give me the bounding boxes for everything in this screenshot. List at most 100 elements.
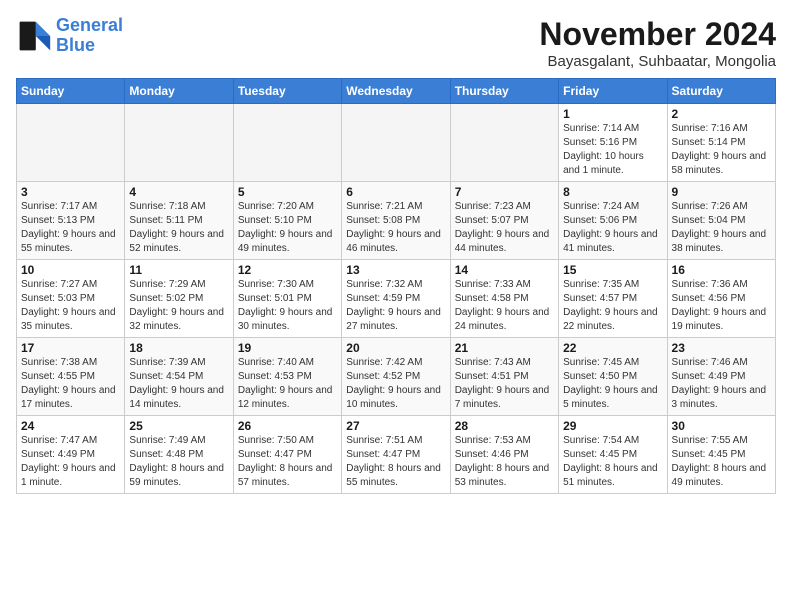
day-number: 29	[563, 419, 662, 433]
day-number: 30	[672, 419, 771, 433]
day-info: Sunrise: 7:18 AM Sunset: 5:11 PM Dayligh…	[129, 200, 228, 256]
day-number: 11	[129, 263, 228, 277]
calendar-week-row: 1Sunrise: 7:14 AM Sunset: 5:16 PM Daylig…	[17, 104, 776, 182]
calendar-week-row: 17Sunrise: 7:38 AM Sunset: 4:55 PM Dayli…	[17, 338, 776, 416]
logo: General Blue	[16, 16, 123, 56]
day-number: 18	[129, 341, 228, 355]
calendar-cell: 17Sunrise: 7:38 AM Sunset: 4:55 PM Dayli…	[17, 338, 125, 416]
weekday-header: Thursday	[450, 79, 558, 104]
calendar-cell	[125, 104, 233, 182]
day-info: Sunrise: 7:42 AM Sunset: 4:52 PM Dayligh…	[346, 356, 445, 412]
day-info: Sunrise: 7:26 AM Sunset: 5:04 PM Dayligh…	[672, 200, 771, 256]
day-number: 7	[455, 185, 554, 199]
calendar-cell: 22Sunrise: 7:45 AM Sunset: 4:50 PM Dayli…	[559, 338, 667, 416]
calendar-cell: 13Sunrise: 7:32 AM Sunset: 4:59 PM Dayli…	[342, 260, 450, 338]
day-number: 15	[563, 263, 662, 277]
day-info: Sunrise: 7:35 AM Sunset: 4:57 PM Dayligh…	[563, 278, 662, 334]
calendar-cell: 23Sunrise: 7:46 AM Sunset: 4:49 PM Dayli…	[667, 338, 775, 416]
day-number: 27	[346, 419, 445, 433]
day-info: Sunrise: 7:36 AM Sunset: 4:56 PM Dayligh…	[672, 278, 771, 334]
day-info: Sunrise: 7:39 AM Sunset: 4:54 PM Dayligh…	[129, 356, 228, 412]
calendar-header-row: SundayMondayTuesdayWednesdayThursdayFrid…	[17, 79, 776, 104]
day-number: 12	[238, 263, 337, 277]
day-number: 23	[672, 341, 771, 355]
day-number: 22	[563, 341, 662, 355]
day-info: Sunrise: 7:16 AM Sunset: 5:14 PM Dayligh…	[672, 122, 771, 178]
day-info: Sunrise: 7:33 AM Sunset: 4:58 PM Dayligh…	[455, 278, 554, 334]
header: General Blue November 2024 Bayasgalant, …	[16, 16, 776, 70]
weekday-header: Monday	[125, 79, 233, 104]
day-info: Sunrise: 7:17 AM Sunset: 5:13 PM Dayligh…	[21, 200, 120, 256]
calendar-cell: 12Sunrise: 7:30 AM Sunset: 5:01 PM Dayli…	[233, 260, 341, 338]
day-info: Sunrise: 7:14 AM Sunset: 5:16 PM Dayligh…	[563, 122, 662, 178]
calendar-cell: 8Sunrise: 7:24 AM Sunset: 5:06 PM Daylig…	[559, 182, 667, 260]
calendar-cell	[450, 104, 558, 182]
day-info: Sunrise: 7:29 AM Sunset: 5:02 PM Dayligh…	[129, 278, 228, 334]
day-number: 3	[21, 185, 120, 199]
day-info: Sunrise: 7:46 AM Sunset: 4:49 PM Dayligh…	[672, 356, 771, 412]
calendar-cell	[233, 104, 341, 182]
day-info: Sunrise: 7:43 AM Sunset: 4:51 PM Dayligh…	[455, 356, 554, 412]
calendar-cell: 7Sunrise: 7:23 AM Sunset: 5:07 PM Daylig…	[450, 182, 558, 260]
day-info: Sunrise: 7:45 AM Sunset: 4:50 PM Dayligh…	[563, 356, 662, 412]
calendar-cell: 10Sunrise: 7:27 AM Sunset: 5:03 PM Dayli…	[17, 260, 125, 338]
calendar-cell: 19Sunrise: 7:40 AM Sunset: 4:53 PM Dayli…	[233, 338, 341, 416]
day-number: 1	[563, 107, 662, 121]
day-number: 17	[21, 341, 120, 355]
calendar-cell: 16Sunrise: 7:36 AM Sunset: 4:56 PM Dayli…	[667, 260, 775, 338]
weekday-header: Wednesday	[342, 79, 450, 104]
day-info: Sunrise: 7:27 AM Sunset: 5:03 PM Dayligh…	[21, 278, 120, 334]
day-info: Sunrise: 7:21 AM Sunset: 5:08 PM Dayligh…	[346, 200, 445, 256]
calendar-cell: 4Sunrise: 7:18 AM Sunset: 5:11 PM Daylig…	[125, 182, 233, 260]
day-number: 8	[563, 185, 662, 199]
day-info: Sunrise: 7:49 AM Sunset: 4:48 PM Dayligh…	[129, 434, 228, 490]
day-number: 24	[21, 419, 120, 433]
calendar-cell: 27Sunrise: 7:51 AM Sunset: 4:47 PM Dayli…	[342, 416, 450, 494]
day-number: 2	[672, 107, 771, 121]
day-number: 13	[346, 263, 445, 277]
calendar-cell: 21Sunrise: 7:43 AM Sunset: 4:51 PM Dayli…	[450, 338, 558, 416]
calendar-cell: 2Sunrise: 7:16 AM Sunset: 5:14 PM Daylig…	[667, 104, 775, 182]
day-info: Sunrise: 7:30 AM Sunset: 5:01 PM Dayligh…	[238, 278, 337, 334]
calendar-cell: 6Sunrise: 7:21 AM Sunset: 5:08 PM Daylig…	[342, 182, 450, 260]
calendar-cell: 30Sunrise: 7:55 AM Sunset: 4:45 PM Dayli…	[667, 416, 775, 494]
calendar-cell: 1Sunrise: 7:14 AM Sunset: 5:16 PM Daylig…	[559, 104, 667, 182]
day-number: 20	[346, 341, 445, 355]
day-number: 4	[129, 185, 228, 199]
day-number: 6	[346, 185, 445, 199]
calendar-week-row: 3Sunrise: 7:17 AM Sunset: 5:13 PM Daylig…	[17, 182, 776, 260]
day-number: 5	[238, 185, 337, 199]
logo-icon	[16, 18, 52, 54]
day-number: 9	[672, 185, 771, 199]
day-info: Sunrise: 7:32 AM Sunset: 4:59 PM Dayligh…	[346, 278, 445, 334]
day-info: Sunrise: 7:51 AM Sunset: 4:47 PM Dayligh…	[346, 434, 445, 490]
day-number: 19	[238, 341, 337, 355]
calendar-cell: 15Sunrise: 7:35 AM Sunset: 4:57 PM Dayli…	[559, 260, 667, 338]
day-info: Sunrise: 7:20 AM Sunset: 5:10 PM Dayligh…	[238, 200, 337, 256]
calendar-cell	[17, 104, 125, 182]
calendar-cell: 18Sunrise: 7:39 AM Sunset: 4:54 PM Dayli…	[125, 338, 233, 416]
day-number: 16	[672, 263, 771, 277]
calendar-cell	[342, 104, 450, 182]
calendar-cell: 26Sunrise: 7:50 AM Sunset: 4:47 PM Dayli…	[233, 416, 341, 494]
calendar-cell: 20Sunrise: 7:42 AM Sunset: 4:52 PM Dayli…	[342, 338, 450, 416]
logo-text: General Blue	[56, 16, 123, 56]
page: General Blue November 2024 Bayasgalant, …	[0, 0, 792, 612]
day-info: Sunrise: 7:23 AM Sunset: 5:07 PM Dayligh…	[455, 200, 554, 256]
calendar-cell: 9Sunrise: 7:26 AM Sunset: 5:04 PM Daylig…	[667, 182, 775, 260]
month-title: November 2024	[539, 16, 776, 53]
day-number: 25	[129, 419, 228, 433]
calendar-cell: 28Sunrise: 7:53 AM Sunset: 4:46 PM Dayli…	[450, 416, 558, 494]
calendar-cell: 29Sunrise: 7:54 AM Sunset: 4:45 PM Dayli…	[559, 416, 667, 494]
day-info: Sunrise: 7:55 AM Sunset: 4:45 PM Dayligh…	[672, 434, 771, 490]
day-info: Sunrise: 7:50 AM Sunset: 4:47 PM Dayligh…	[238, 434, 337, 490]
calendar-cell: 11Sunrise: 7:29 AM Sunset: 5:02 PM Dayli…	[125, 260, 233, 338]
day-info: Sunrise: 7:47 AM Sunset: 4:49 PM Dayligh…	[21, 434, 120, 490]
calendar-week-row: 10Sunrise: 7:27 AM Sunset: 5:03 PM Dayli…	[17, 260, 776, 338]
location: Bayasgalant, Suhbaatar, Mongolia	[539, 53, 776, 70]
weekday-header: Saturday	[667, 79, 775, 104]
title-block: November 2024 Bayasgalant, Suhbaatar, Mo…	[539, 16, 776, 70]
weekday-header: Tuesday	[233, 79, 341, 104]
calendar-cell: 3Sunrise: 7:17 AM Sunset: 5:13 PM Daylig…	[17, 182, 125, 260]
calendar-cell: 14Sunrise: 7:33 AM Sunset: 4:58 PM Dayli…	[450, 260, 558, 338]
